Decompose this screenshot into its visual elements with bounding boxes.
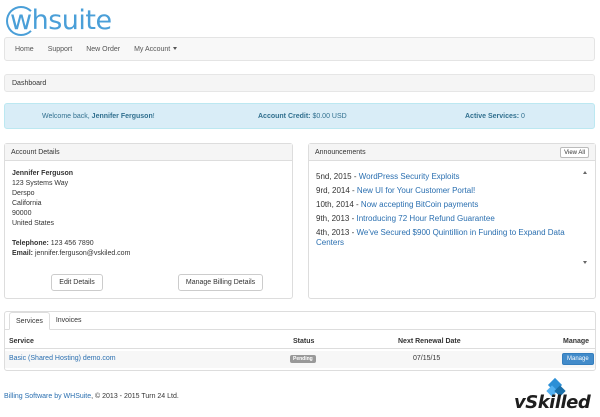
- column-header-service: Service: [9, 338, 34, 345]
- welcome-suffix: !: [152, 112, 155, 120]
- announcement-link[interactable]: Introducing 72 Hour Refund Guarantee: [356, 214, 494, 223]
- email-label: Email:: [12, 250, 34, 257]
- services-tabs: Services Invoices: [5, 312, 595, 330]
- telephone-value: 123 456 7890: [50, 240, 94, 247]
- announcements-panel: Announcements View All 5nd, 2015 - WordP…: [308, 143, 596, 299]
- announcement-item: 10th, 2014 - Now accepting BitCoin payme…: [316, 200, 479, 209]
- email-line: Email: jennifer.ferguson@vskiled.com: [12, 249, 285, 259]
- announcements-title: Announcements: [315, 148, 366, 156]
- announcement-link[interactable]: New UI for Your Customer Portal!: [357, 186, 475, 195]
- manage-billing-button[interactable]: Manage Billing Details: [178, 274, 263, 291]
- announcement-date: 10th, 2014: [316, 200, 354, 209]
- address-line: United States: [12, 220, 55, 227]
- nav-my-account-label: My Account: [134, 45, 171, 53]
- account-details-body: Jennifer Ferguson 123 Systems Way Derspo…: [5, 161, 292, 267]
- breadcrumb: Dashboard: [4, 74, 595, 92]
- breadcrumb-current: Dashboard: [12, 79, 47, 87]
- address-line: 123 Systems Way: [12, 180, 69, 187]
- welcome-message: Welcome back, Jennifer Ferguson!: [42, 113, 155, 120]
- account-details-panel: Account Details Jennifer Ferguson 123 Sy…: [4, 143, 293, 299]
- footer: Billing Software by WHSuite, © 2013 - 20…: [4, 393, 179, 400]
- telephone-line: Telephone: 123 456 7890: [12, 239, 285, 249]
- email-value: jennifer.ferguson@vskiled.com: [34, 250, 131, 257]
- column-header-manage: Manage: [563, 338, 590, 345]
- column-header-status: Status: [293, 338, 315, 345]
- nav-home[interactable]: Home: [15, 46, 34, 53]
- manage-button[interactable]: Manage: [562, 353, 594, 365]
- announcement-item: 4th, 2013 - We've Secured $900 Quintilli…: [316, 228, 565, 247]
- address-line: Derspo: [12, 190, 35, 197]
- credit-label: Account Credit:: [258, 112, 311, 120]
- announcement-link[interactable]: Now accepting BitCoin payments: [361, 200, 478, 209]
- footer-link[interactable]: Billing Software by WHSuite: [4, 393, 91, 400]
- account-name: Jennifer Ferguson: [12, 170, 74, 177]
- announcement-link[interactable]: WordPress Security Exploits: [359, 172, 460, 181]
- address-line: 90000: [12, 210, 32, 217]
- view-all-button[interactable]: View All: [560, 147, 589, 158]
- announcement-date: 4th, 2013: [316, 228, 350, 237]
- announcement-item: 9th, 2013 - Introducing 72 Hour Refund G…: [316, 214, 495, 223]
- tab-services[interactable]: Services: [9, 312, 50, 330]
- footer-text: , © 2013 - 2015 Turn 24 Ltd.: [91, 393, 179, 400]
- announcement-item: 9rd, 2014 - New UI for Your Customer Por…: [316, 186, 476, 195]
- active-services-value: 0: [521, 112, 525, 120]
- welcome-user-name: Jennifer Ferguson: [91, 112, 153, 120]
- whsuite-logo[interactable]: whsuite: [6, 4, 112, 36]
- announcement-link[interactable]: We've Secured $900 Quintillion in Fundin…: [316, 228, 565, 247]
- table-row: Basic (Shared Hosting) demo.com Pending …: [5, 351, 595, 368]
- announcement-date: 5nd, 2015: [316, 172, 352, 181]
- watermark-text: vSkilled: [514, 392, 591, 413]
- column-header-renewal: Next Renewal Date: [398, 338, 461, 345]
- panel-heading: Announcements View All: [309, 144, 595, 161]
- caret-down-icon: [173, 47, 178, 51]
- nav-new-order[interactable]: New Order: [86, 46, 120, 53]
- services-table-header: Service Status Next Renewal Date Manage: [5, 335, 595, 349]
- announcements-list: 5nd, 2015 - WordPress Security Exploits …: [316, 172, 578, 267]
- main-navbar: Home Support New Order My Account: [4, 37, 595, 61]
- panel-heading: Account Details: [5, 144, 292, 161]
- credit-value: $0.00 USD: [312, 112, 347, 120]
- nav-support[interactable]: Support: [48, 46, 73, 53]
- scroll-up-icon[interactable]: [583, 171, 587, 174]
- edit-details-button[interactable]: Edit Details: [51, 274, 103, 291]
- service-link[interactable]: Basic (Shared Hosting) demo.com: [9, 355, 116, 362]
- announcement-item: 5nd, 2015 - WordPress Security Exploits: [316, 172, 460, 181]
- announcements-scrollbar[interactable]: [582, 169, 588, 264]
- telephone-label: Telephone:: [12, 240, 49, 247]
- status-badge: Pending: [290, 355, 316, 363]
- announcement-date: 9th, 2013: [316, 214, 350, 223]
- account-credit: Account Credit: $0.00 USD: [258, 113, 347, 120]
- address-line: California: [12, 200, 42, 207]
- logo-text: whsuite: [10, 4, 112, 36]
- welcome-prefix: Welcome back,: [42, 112, 92, 120]
- renewal-date: 07/15/15: [413, 355, 441, 362]
- active-services-label: Active Services:: [465, 112, 520, 120]
- announcement-date: 9rd, 2014: [316, 186, 350, 195]
- vskilled-watermark-logo: vSkilled: [512, 377, 598, 416]
- scroll-down-icon[interactable]: [583, 261, 587, 264]
- services-panel: Services Invoices Service Status Next Re…: [4, 311, 596, 371]
- active-services: Active Services: 0: [465, 113, 525, 120]
- welcome-bar: Welcome back, Jennifer Ferguson! Account…: [4, 103, 595, 129]
- nav-my-account[interactable]: My Account: [134, 45, 178, 53]
- tab-invoices[interactable]: Invoices: [50, 312, 88, 329]
